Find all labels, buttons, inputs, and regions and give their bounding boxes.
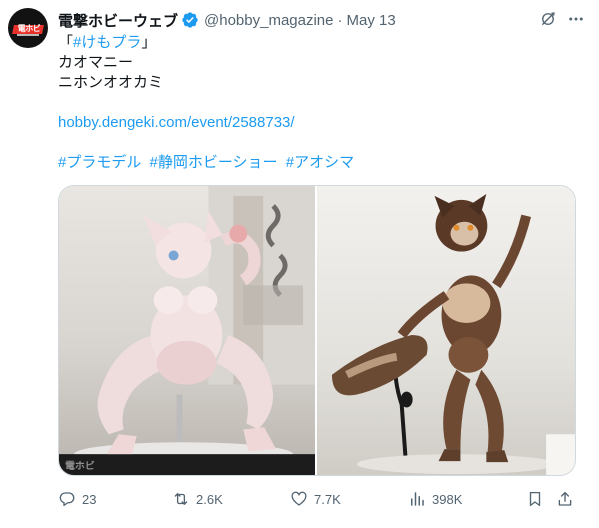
bookmark-icon <box>529 491 541 507</box>
views-button[interactable]: 398K <box>408 487 462 511</box>
photo-kaomani-scene: 電ホビ <box>59 186 315 475</box>
hashtag-kemopura[interactable]: #けもプラ <box>73 34 141 51</box>
share-button[interactable] <box>556 487 574 511</box>
avatar-logo-underline <box>17 34 39 36</box>
bookmark-button[interactable] <box>526 487 544 511</box>
like-icon <box>291 491 307 506</box>
view-count: 398K <box>432 491 463 507</box>
share-icon <box>558 491 572 506</box>
tweet-text: 「#けもプラ」 カオマニー ニホンオオカミ hobby.dengeki.com/… <box>58 33 578 173</box>
hashtag-row: #プラモデル #静岡ホビーショー #アオシマ <box>58 153 578 173</box>
photo-kaomani-figure[interactable]: 電ホビ <box>59 186 315 475</box>
reply-button[interactable]: 23 <box>58 487 96 511</box>
reply-icon <box>59 492 75 507</box>
tweet-top-actions <box>539 10 585 28</box>
hashtag-shizuoka-hobby-show[interactable]: #静岡ホビーショー <box>150 154 278 171</box>
retweet-count: 2.6K <box>196 491 223 507</box>
tweet-action-bar: 23 2.6K 7.7K 398K <box>58 487 578 511</box>
watermark: 電ホビ <box>65 459 95 472</box>
photo-nihon-ookami-scene <box>331 193 575 475</box>
like-count: 7.7K <box>314 491 341 507</box>
hashtag-aoshima[interactable]: #アオシマ <box>286 154 354 171</box>
tweet-text-line-1: 「#けもプラ」 <box>58 33 578 53</box>
photo-nihon-ookami-figure[interactable] <box>317 186 575 475</box>
grok-icon[interactable] <box>539 10 557 28</box>
hashtag-plamodel[interactable]: #プラモデル <box>58 154 141 171</box>
retweet-icon <box>174 493 188 505</box>
avatar[interactable]: 電ホビ <box>8 8 48 48</box>
verified-badge-icon[interactable] <box>181 11 199 29</box>
handle[interactable]: @hobby_magazine <box>204 12 333 29</box>
like-button[interactable]: 7.7K <box>290 487 341 511</box>
reply-count: 23 <box>82 491 97 507</box>
bracket-close: 」 <box>141 34 157 51</box>
retweet-button[interactable]: 2.6K <box>172 487 223 511</box>
separator-dot: · <box>337 11 343 29</box>
event-link[interactable]: hobby.dengeki.com/event/2588733/ <box>58 114 295 131</box>
tweet[interactable]: 電ホビ 電撃ホビーウェブ @hobby_magazine · May 13 「#… <box>0 0 599 528</box>
tweet-text-line-2: カオマニー <box>58 54 134 71</box>
display-name[interactable]: 電撃ホビーウェブ <box>58 10 178 31</box>
avatar-logo-text: 電ホビ <box>17 24 41 33</box>
more-icon[interactable] <box>567 10 585 28</box>
tweet-text-line-3: ニホンオオカミ <box>58 74 164 91</box>
views-icon <box>411 492 424 506</box>
media-grid: 電ホビ <box>58 185 576 476</box>
tweet-header: 電撃ホビーウェブ @hobby_magazine · May 13 <box>58 10 396 30</box>
tweet-date[interactable]: May 13 <box>347 12 396 29</box>
bracket-open: 「 <box>58 34 74 51</box>
